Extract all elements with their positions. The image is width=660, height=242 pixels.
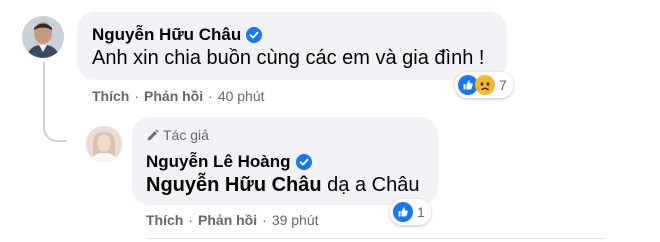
comment-actions: Thích · Phản hồi · 39 phút <box>146 212 319 228</box>
verified-badge-icon <box>246 27 263 48</box>
comment-author[interactable]: Nguyễn Lê Hoàng <box>146 152 312 175</box>
divider <box>146 238 606 239</box>
separator: · <box>134 88 140 104</box>
reaction-count: 7 <box>499 77 507 93</box>
comment-author[interactable]: Nguyễn Hữu Châu <box>92 25 263 48</box>
separator: · <box>262 212 267 228</box>
mention-link[interactable]: Nguyễn Hữu Châu <box>146 174 322 196</box>
separator: · <box>208 88 213 104</box>
comment-text: Nguyễn Hữu Châu dạ a Châu <box>146 174 419 197</box>
comment-text: Anh xin chia buồn cùng các em và gia đìn… <box>92 47 485 69</box>
separator: · <box>188 212 194 228</box>
reply-button[interactable]: Phản hồi <box>144 88 203 104</box>
verified-badge-icon <box>295 154 312 175</box>
reaction-summary[interactable]: 7 <box>455 72 513 98</box>
timestamp[interactable]: 39 phút <box>272 212 319 228</box>
author-badge: Tác giả <box>146 127 209 143</box>
pencil-icon <box>147 129 159 141</box>
avatar[interactable] <box>86 126 122 162</box>
reaction-summary[interactable]: 1 <box>390 199 431 225</box>
reply-thread-line <box>43 62 67 142</box>
reaction-count: 1 <box>417 204 425 220</box>
comment-actions: Thích · Phản hồi · 40 phút <box>92 88 265 104</box>
reply-button[interactable]: Phản hồi <box>198 212 257 228</box>
sad-icon <box>475 75 495 95</box>
timestamp[interactable]: 40 phút <box>218 88 265 104</box>
like-button[interactable]: Thích <box>92 88 129 104</box>
avatar[interactable] <box>22 16 64 58</box>
reply-text: dạ a Châu <box>321 174 420 196</box>
like-icon <box>393 202 413 222</box>
like-button[interactable]: Thích <box>146 212 183 228</box>
